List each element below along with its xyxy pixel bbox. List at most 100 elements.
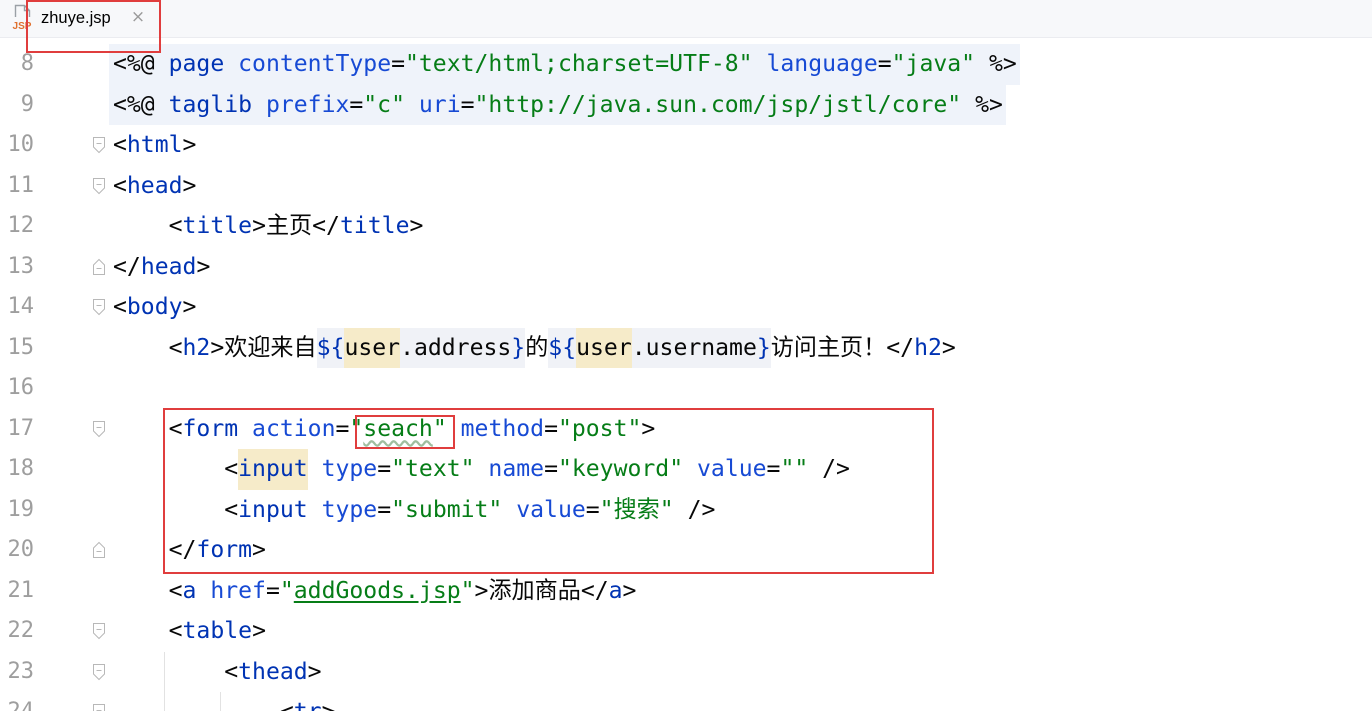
code-text[interactable]: <thead> [109, 652, 325, 693]
code-line[interactable]: 21 <a href="addGoods.jsp">添加商品</a> [0, 571, 1372, 612]
code-punctuation: </ [113, 537, 197, 563]
code-tag-name: form [196, 537, 253, 563]
code-punctuation: = [544, 415, 558, 442]
code-line[interactable]: 12 <title>主页</title> [0, 206, 1372, 247]
code-text[interactable]: <a href="addGoods.jsp">添加商品</a> [109, 571, 639, 612]
el-delimiter: ${ [316, 327, 345, 368]
code-tag-name: tr [294, 692, 322, 711]
jsp-icon-label: JSP [13, 21, 32, 31]
fold-end-icon[interactable] [92, 258, 106, 276]
fold-collapse-icon[interactable] [92, 663, 106, 681]
code-punctuation: < [113, 618, 183, 644]
code-punctuation: > [474, 577, 489, 604]
code-tag-name: taglib [168, 91, 253, 118]
code-line[interactable]: 15 <h2>欢迎来自${user.address}的${user.userna… [0, 327, 1372, 368]
code-text[interactable]: <head> [109, 166, 199, 207]
code-punctuation: > [307, 658, 322, 685]
fold-end-icon[interactable] [92, 541, 106, 559]
code-line[interactable]: 24 <tr> [0, 692, 1372, 711]
editor-tab-zhuye-jsp[interactable]: JSP zhuye.jsp × [0, 0, 158, 37]
fold-marker-outline [93, 541, 105, 558]
fold-collapse-icon[interactable] [92, 136, 106, 154]
code-attribute-value: "http://java.sun.com/jsp/jstl/core" [474, 91, 962, 118]
code-line[interactable]: 8 <%@ page contentType="text/html;charset… [0, 44, 1372, 85]
fold-marker-shape [93, 704, 105, 711]
code-punctuation: > [641, 415, 656, 442]
code-line[interactable]: 17 <form action="seach" method="post"> [0, 409, 1372, 450]
code-text[interactable] [109, 368, 116, 409]
code-line[interactable]: 13 </head> [0, 247, 1372, 288]
code-editor[interactable]: 8 <%@ page contentType="text/html;charset… [0, 38, 1372, 711]
code-attribute-value: "keyword" [557, 456, 684, 482]
fold-marker-shape [93, 299, 105, 316]
code-text[interactable]: <title>主页</title> [109, 206, 426, 247]
code-tag-name: h2 [914, 334, 942, 361]
code-text-content: 访问主页！ [770, 334, 887, 361]
code-line[interactable]: 23 <thead> [0, 652, 1372, 693]
code-text[interactable]: <input type="submit" value="搜索" /> [109, 490, 718, 531]
code-text[interactable]: <input type="text" name="keyword" value=… [109, 449, 853, 490]
code-tag-name: h2 [182, 334, 211, 361]
code-punctuation: = [585, 496, 600, 523]
el-identifier: user [576, 327, 632, 368]
code-line[interactable]: 22 <table> [0, 611, 1372, 652]
el-delimiter: } [511, 327, 526, 368]
code-text[interactable]: <tr> [109, 692, 338, 711]
code-line[interactable]: 14 <body> [0, 287, 1372, 328]
code-punctuation: = [877, 51, 892, 77]
code-punctuation: < [113, 132, 127, 158]
code-line[interactable]: 9 <%@ taglib prefix="c" uri="http://java.… [0, 84, 1372, 125]
code-lines[interactable]: 8 <%@ page contentType="text/html;charset… [0, 44, 1372, 711]
code-text[interactable]: </form> [109, 530, 269, 571]
code-tag-name: a [182, 577, 197, 604]
code-tag-name: title [182, 213, 253, 239]
code-punctuation: = [377, 496, 392, 523]
code-text[interactable]: </head> [109, 247, 213, 288]
code-text[interactable]: <h2>欢迎来自${user.address}的${user.username}… [109, 327, 959, 368]
code-punctuation: > [409, 213, 424, 239]
code-line[interactable]: 10 <html> [0, 125, 1372, 166]
code-text[interactable]: <html> [109, 125, 199, 166]
code-attribute-name: value [502, 496, 586, 523]
code-text[interactable]: <body> [109, 287, 199, 328]
code-attribute-name: type [307, 456, 378, 482]
code-attribute-value: " [460, 577, 475, 604]
fold-collapse-icon[interactable] [92, 703, 106, 711]
code-text-content: 欢迎来自 [224, 334, 317, 361]
code-line[interactable]: 11 <head> [0, 166, 1372, 207]
line-number: 12 [7, 213, 35, 238]
code-punctuation: > [252, 537, 266, 563]
code-attribute-value: "c" [363, 91, 405, 118]
code-line[interactable]: 18 <input type="text" name="keyword" val… [0, 449, 1372, 490]
code-punctuation: > [182, 294, 197, 320]
code-attribute-name: uri [405, 91, 461, 118]
fold-marker-shape [93, 137, 105, 154]
fold-collapse-icon[interactable] [92, 298, 106, 316]
code-punctuation: </ [580, 577, 609, 604]
code-text[interactable]: <form action="seach" method="post"> [109, 409, 658, 450]
fold-marker-outline [93, 258, 105, 275]
code-line[interactable]: 20 </form> [0, 530, 1372, 571]
line-number: 13 [7, 253, 35, 279]
code-punctuation: </ [886, 334, 915, 361]
fold-collapse-icon[interactable] [92, 420, 106, 438]
code-punctuation: </ [113, 253, 141, 280]
code-text[interactable]: <%@ page contentType="text/html;charset=… [109, 44, 1020, 85]
code-line[interactable]: 19 <input type="submit" value="搜索" /> [0, 490, 1372, 531]
code-text[interactable]: <table> [109, 611, 269, 652]
line-number: 15 [7, 334, 35, 360]
code-attribute-value: " [432, 415, 447, 442]
line-number: 10 [7, 132, 35, 157]
code-punctuation: < [113, 415, 183, 442]
jsp-file-icon: JSP [13, 4, 32, 31]
code-tag-name: a [608, 577, 623, 604]
code-text[interactable]: <%@ taglib prefix="c" uri="http://java.s… [109, 84, 1006, 125]
code-attribute-value: "text/html;charset=UTF-8" [405, 51, 753, 77]
close-icon[interactable]: × [130, 6, 146, 28]
code-line[interactable]: 16 [0, 368, 1372, 409]
fold-collapse-icon[interactable] [92, 622, 106, 640]
fold-marker-shape [93, 420, 105, 437]
fold-collapse-icon[interactable] [92, 177, 106, 195]
code-link[interactable]: addGoods.jsp [294, 571, 461, 612]
code-attribute-value: " [279, 577, 294, 604]
